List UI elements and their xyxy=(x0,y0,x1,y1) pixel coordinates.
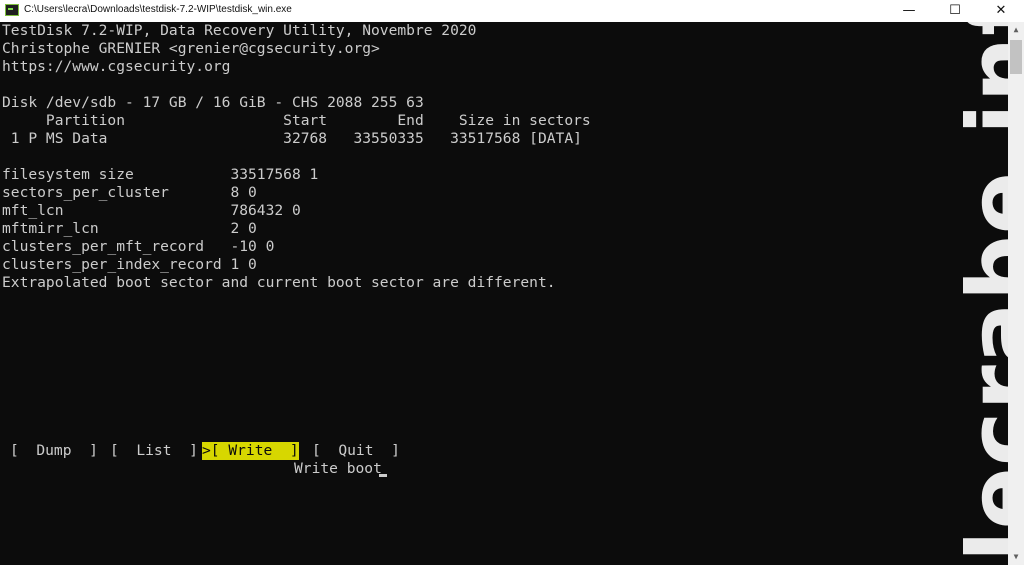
terminal-line-header: TestDisk 7.2-WIP, Data Recovery Utility,… xyxy=(2,22,477,39)
scroll-down-arrow-icon[interactable]: ▼ xyxy=(1008,549,1024,565)
menu-dump[interactable]: [ Dump ] xyxy=(10,442,98,460)
terminal-line-mft-lcn: mft_lcn 786432 0 xyxy=(2,202,301,219)
maximize-button[interactable]: ☐ xyxy=(932,0,978,22)
menu-list[interactable]: [ List ] xyxy=(110,442,198,460)
terminal-line-author: Christophe GRENIER <grenier@cgsecurity.o… xyxy=(2,40,380,57)
watermark: lecrabe.info xyxy=(900,22,1010,565)
terminal-line-sectors-per-cluster: sectors_per_cluster 8 0 xyxy=(2,184,257,201)
window-title: C:\Users\lecra\Downloads\testdisk-7.2-WI… xyxy=(24,4,292,15)
vertical-scrollbar[interactable]: ▲ ▼ xyxy=(1008,22,1024,565)
close-button[interactable]: ✕ xyxy=(978,0,1024,22)
menu-write[interactable]: >[ Write ] xyxy=(202,442,299,460)
terminal-area[interactable]: TestDisk 7.2-WIP, Data Recovery Utility,… xyxy=(0,22,1008,565)
title-bar: C:\Users\lecra\Downloads\testdisk-7.2-WI… xyxy=(0,0,1024,23)
terminal-line-boot-warning: Extrapolated boot sector and current boo… xyxy=(2,274,556,291)
terminal-line-fs-size: filesystem size 33517568 1 xyxy=(2,166,319,183)
terminal-line-disk: Disk /dev/sdb - 17 GB / 16 GiB - CHS 208… xyxy=(2,94,424,111)
terminal-line-clusters-per-index-record: clusters_per_index_record 1 0 xyxy=(2,256,257,273)
terminal-line-partition-header: Partition Start End Size in sectors xyxy=(2,112,591,129)
minimize-button[interactable]: — xyxy=(886,0,932,22)
scroll-up-arrow-icon[interactable]: ▲ xyxy=(1008,22,1024,38)
menu-quit[interactable]: [ Quit ] xyxy=(312,442,400,460)
status-text: Write boot xyxy=(294,460,382,477)
terminal-line-url: https://www.cgsecurity.org xyxy=(2,58,231,75)
terminal-line-partition: 1 P MS Data 32768 33550335 33517568 [DAT… xyxy=(2,130,582,147)
watermark-text: lecrabe.info xyxy=(948,22,1010,562)
text-cursor xyxy=(379,474,387,477)
terminal-line-mftmirr-lcn: mftmirr_lcn 2 0 xyxy=(2,220,257,237)
terminal-line-clusters-per-mft-record: clusters_per_mft_record -10 0 xyxy=(2,238,275,255)
scroll-thumb[interactable] xyxy=(1010,40,1022,74)
console-app-icon xyxy=(5,4,19,16)
